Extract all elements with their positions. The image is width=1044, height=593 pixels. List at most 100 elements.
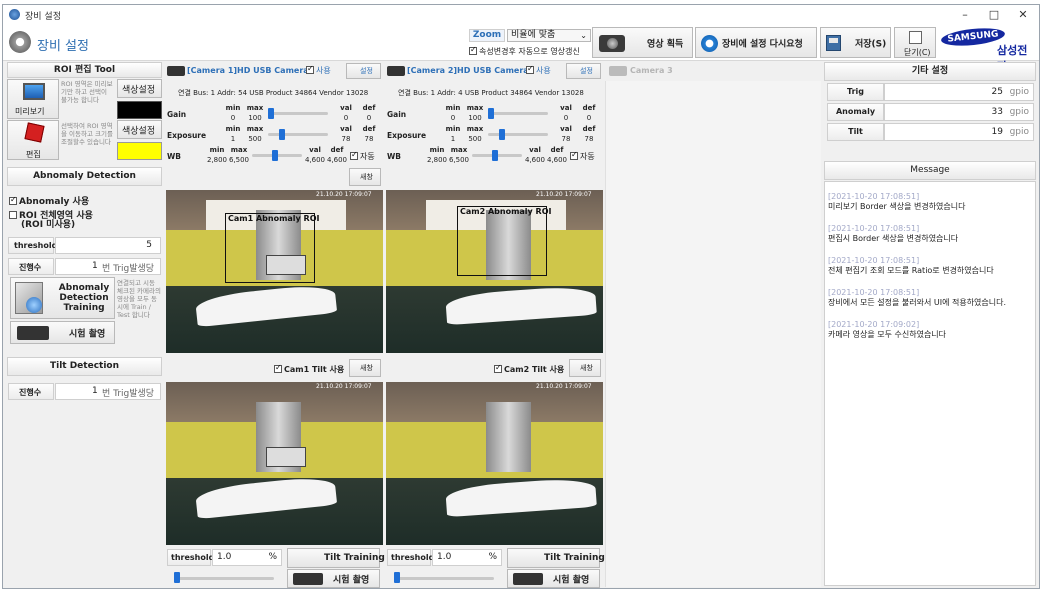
- acquire-label: 영상 획득: [647, 39, 684, 49]
- camera2-threshold-value: 1.0: [437, 552, 452, 562]
- gain-max-header: max: [466, 104, 484, 112]
- abnomaly-use-checkbox[interactable]: Abnomaly 사용: [9, 194, 89, 207]
- monitor-icon: [23, 83, 45, 100]
- camera2-wb-min: 2,800: [426, 156, 448, 164]
- wb-def-header: def: [550, 146, 564, 154]
- camera2-wb-row: WB min max 2,800 6,500 val def 4,600 4,6…: [384, 146, 603, 166]
- message-item: [2021-10-20 17:09:02] 카메라 영상을 모두 수신하였습니다: [828, 320, 1032, 340]
- camera1-threshold-input[interactable]: 1.0 %: [212, 549, 282, 566]
- camera1-tilt-training-button[interactable]: Tilt Training: [287, 548, 385, 568]
- tilt-input[interactable]: 19 gpio: [884, 123, 1034, 141]
- camera2-exposure-label: Exposure: [387, 131, 427, 140]
- zoom-value: 비율에 맞춤: [511, 30, 556, 40]
- camera1-gain-row: Gain min max 0 100 val def 0 0: [164, 104, 383, 124]
- camera2-threshold-label: threshold: [391, 553, 435, 562]
- chevron-down-icon: ⌄: [580, 31, 587, 40]
- camera2-test-button[interactable]: 시험 촬영: [507, 569, 600, 588]
- camera1-tilt-use-checkbox[interactable]: Cam1 Tilt 사용: [274, 363, 344, 375]
- camera1-use-checkbox[interactable]: 사용: [306, 64, 331, 76]
- camera2-roi-box[interactable]: [457, 206, 547, 276]
- camera1-exposure-slider[interactable]: [268, 133, 328, 136]
- camera2-abnomaly-view[interactable]: Cam2 Abnomaly ROI 21.10.20 17:09:07: [386, 190, 603, 353]
- camera2-settings-label: 설정: [580, 67, 593, 75]
- camera1-wb-val: 4,600: [304, 156, 326, 164]
- camera2-threshold-unit: %: [488, 552, 497, 562]
- camera3-header: Camera 3: [607, 62, 821, 80]
- acquire-image-button[interactable]: 영상 획득: [592, 27, 693, 58]
- camera1-wb-auto-checkbox[interactable]: 자동: [350, 150, 375, 162]
- camera2-threshold-thumb[interactable]: [394, 572, 400, 583]
- camera2-wb-thumb[interactable]: [492, 150, 498, 161]
- message-timestamp: [2021-10-20 17:09:02]: [828, 320, 920, 329]
- edit-button[interactable]: 편집: [7, 120, 59, 160]
- message-item: [2021-10-20 17:08:51] 전체 편집기 조회 모드를 Ratio…: [828, 256, 1032, 276]
- camera2-tilt-refresh-button[interactable]: 새창: [569, 359, 601, 377]
- camera1-exposure-thumb[interactable]: [279, 129, 285, 140]
- camera1-tilt-refresh-button[interactable]: 새창: [349, 359, 381, 377]
- camera2-exposure-thumb[interactable]: [499, 129, 505, 140]
- camera2-tilt-use-checkbox[interactable]: Cam2 Tilt 사용: [494, 363, 564, 375]
- camera1-settings-button[interactable]: 설정: [346, 63, 381, 79]
- trig-input[interactable]: 25 gpio: [884, 83, 1034, 101]
- camera1-gain-thumb[interactable]: [268, 108, 274, 119]
- camera2-wb-def: 4,600: [546, 156, 568, 164]
- progress-input[interactable]: 1 번 Trig발생당: [55, 258, 161, 275]
- camera1-refresh-button[interactable]: 새창: [349, 168, 381, 186]
- trig-value: 25: [991, 87, 1003, 97]
- reset-device-button[interactable]: 장비에 설정 다시요청: [695, 27, 817, 58]
- camera2-settings-button[interactable]: 설정: [566, 63, 601, 79]
- anomaly-input[interactable]: 33 gpio: [884, 103, 1034, 121]
- camera1-tilt-view[interactable]: 21.10.20 17:09:07: [166, 382, 383, 545]
- progress-value: 1: [92, 261, 98, 271]
- edit-color-swatch[interactable]: [117, 142, 162, 160]
- close-dialog-button[interactable]: 닫기(C): [894, 27, 936, 58]
- tilt-progress-input[interactable]: 1 번 Trig발생당: [55, 383, 161, 400]
- message-log[interactable]: [2021-10-20 17:08:51] 미리보기 Border 색상을 변경하…: [824, 181, 1036, 586]
- camera1-threshold-thumb[interactable]: [174, 572, 180, 583]
- edit-color-button[interactable]: 색상설정: [117, 120, 162, 139]
- preview-color-swatch[interactable]: [117, 101, 162, 119]
- camera2-use-checkbox[interactable]: 사용: [526, 64, 551, 76]
- exit-icon: [909, 31, 922, 44]
- roi-tool-title: ROI 편집 Tool: [53, 65, 116, 75]
- camera-icon: [599, 35, 625, 52]
- threshold-label: threshold: [14, 241, 58, 250]
- save-button[interactable]: 저장(S): [820, 27, 891, 58]
- full-roi-checkbox[interactable]: ROI 전체영역 사용 (ROI 미사용): [9, 211, 93, 230]
- zoom-select[interactable]: 비율에 맞춤 ⌄: [507, 29, 591, 42]
- camera1-wb-thumb[interactable]: [272, 150, 278, 161]
- camera1-exposure-val: 78: [341, 135, 351, 143]
- threshold-value: 5: [146, 240, 152, 250]
- minimize-button[interactable]: –: [950, 7, 980, 23]
- abnomaly-test-button[interactable]: 시험 촬영: [10, 321, 115, 344]
- save-icon: [826, 35, 841, 51]
- camera2-threshold-slider[interactable]: [394, 577, 494, 580]
- preview-color-button[interactable]: 색상설정: [117, 79, 162, 98]
- camera1-exposure-label: Exposure: [167, 131, 207, 140]
- preview-button[interactable]: 미리보기: [7, 79, 59, 119]
- threshold-input[interactable]: 5: [55, 237, 161, 254]
- camera2-exposure-slider[interactable]: [488, 133, 548, 136]
- camera1-threshold-slider[interactable]: [174, 577, 274, 580]
- auto-update-checkbox[interactable]: 속성변경후 자동으로 영상갱신: [469, 45, 580, 57]
- camera1-gain-slider[interactable]: [268, 112, 328, 115]
- camera1-roi-box[interactable]: [225, 213, 315, 283]
- camera1-abnomaly-view[interactable]: Cam1 Abnomaly ROI 21.10.20 17:09:07: [166, 190, 383, 353]
- camera2-tilt-view[interactable]: 21.10.20 17:09:07: [386, 382, 603, 545]
- maximize-button[interactable]: □: [979, 7, 1009, 23]
- camera2-threshold-input[interactable]: 1.0 %: [432, 549, 502, 566]
- camera1-tilt-timestamp: 21.10.20 17:09:07: [316, 383, 372, 390]
- camera2-gain-slider[interactable]: [488, 112, 548, 115]
- anomaly-value: 33: [991, 107, 1003, 117]
- camera2-wb-auto-checkbox[interactable]: 자동: [570, 150, 595, 162]
- camera2-tilt-training-button[interactable]: Tilt Training: [507, 548, 605, 568]
- camera1-test-button[interactable]: 시험 촬영: [287, 569, 380, 588]
- message-timestamp: [2021-10-20 17:08:51]: [828, 288, 920, 297]
- exposure-max-header: max: [466, 125, 484, 133]
- camera1-header: [Camera 1]HD USB Camera 사용 설정: [164, 62, 383, 80]
- camera2-gain-thumb[interactable]: [488, 108, 494, 119]
- close-button[interactable]: ✕: [1008, 7, 1038, 23]
- close-dialog-label: 닫기(C): [904, 48, 931, 57]
- abnomaly-training-button[interactable]: Abnomaly Detection Training: [10, 277, 115, 319]
- camera1-icon: [167, 66, 185, 76]
